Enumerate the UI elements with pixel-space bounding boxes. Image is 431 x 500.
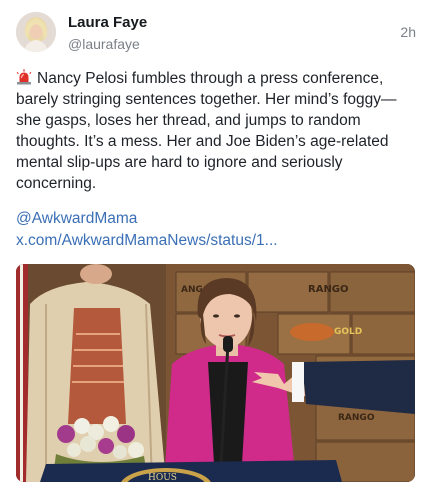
box-label: RANGO xyxy=(338,413,375,423)
social-post: Laura Faye @laurafaye 2h Nancy Pelosi fu… xyxy=(0,0,431,500)
post-links: @AwkwardMama x.com/AwkwardMamaNews/statu… xyxy=(16,208,278,252)
mention-link[interactable]: @AwkwardMama xyxy=(16,208,278,230)
police-light-icon xyxy=(16,69,32,85)
author-handle[interactable]: @laurafaye xyxy=(68,34,147,54)
post-text: Nancy Pelosi fumbles through a press con… xyxy=(16,70,397,192)
post-text-container: Nancy Pelosi fumbles through a press con… xyxy=(16,68,416,194)
source-link[interactable]: x.com/AwkwardMamaNews/status/1... xyxy=(16,230,278,252)
box-label: RANGO xyxy=(308,284,349,295)
avatar-image xyxy=(16,12,56,52)
post-timestamp[interactable]: 2h xyxy=(400,24,416,40)
box-label: GOLD xyxy=(334,327,362,337)
post-media-image[interactable]: RANGO GOLD RANGO ANGO HOUS xyxy=(16,264,415,482)
author-display-name[interactable]: Laura Faye xyxy=(68,13,147,33)
avatar[interactable] xyxy=(16,12,56,52)
author-info: Laura Faye @laurafaye xyxy=(68,13,147,54)
post-header: Laura Faye @laurafaye 2h xyxy=(16,12,416,56)
podium-seal-text: HOUS xyxy=(148,473,177,482)
